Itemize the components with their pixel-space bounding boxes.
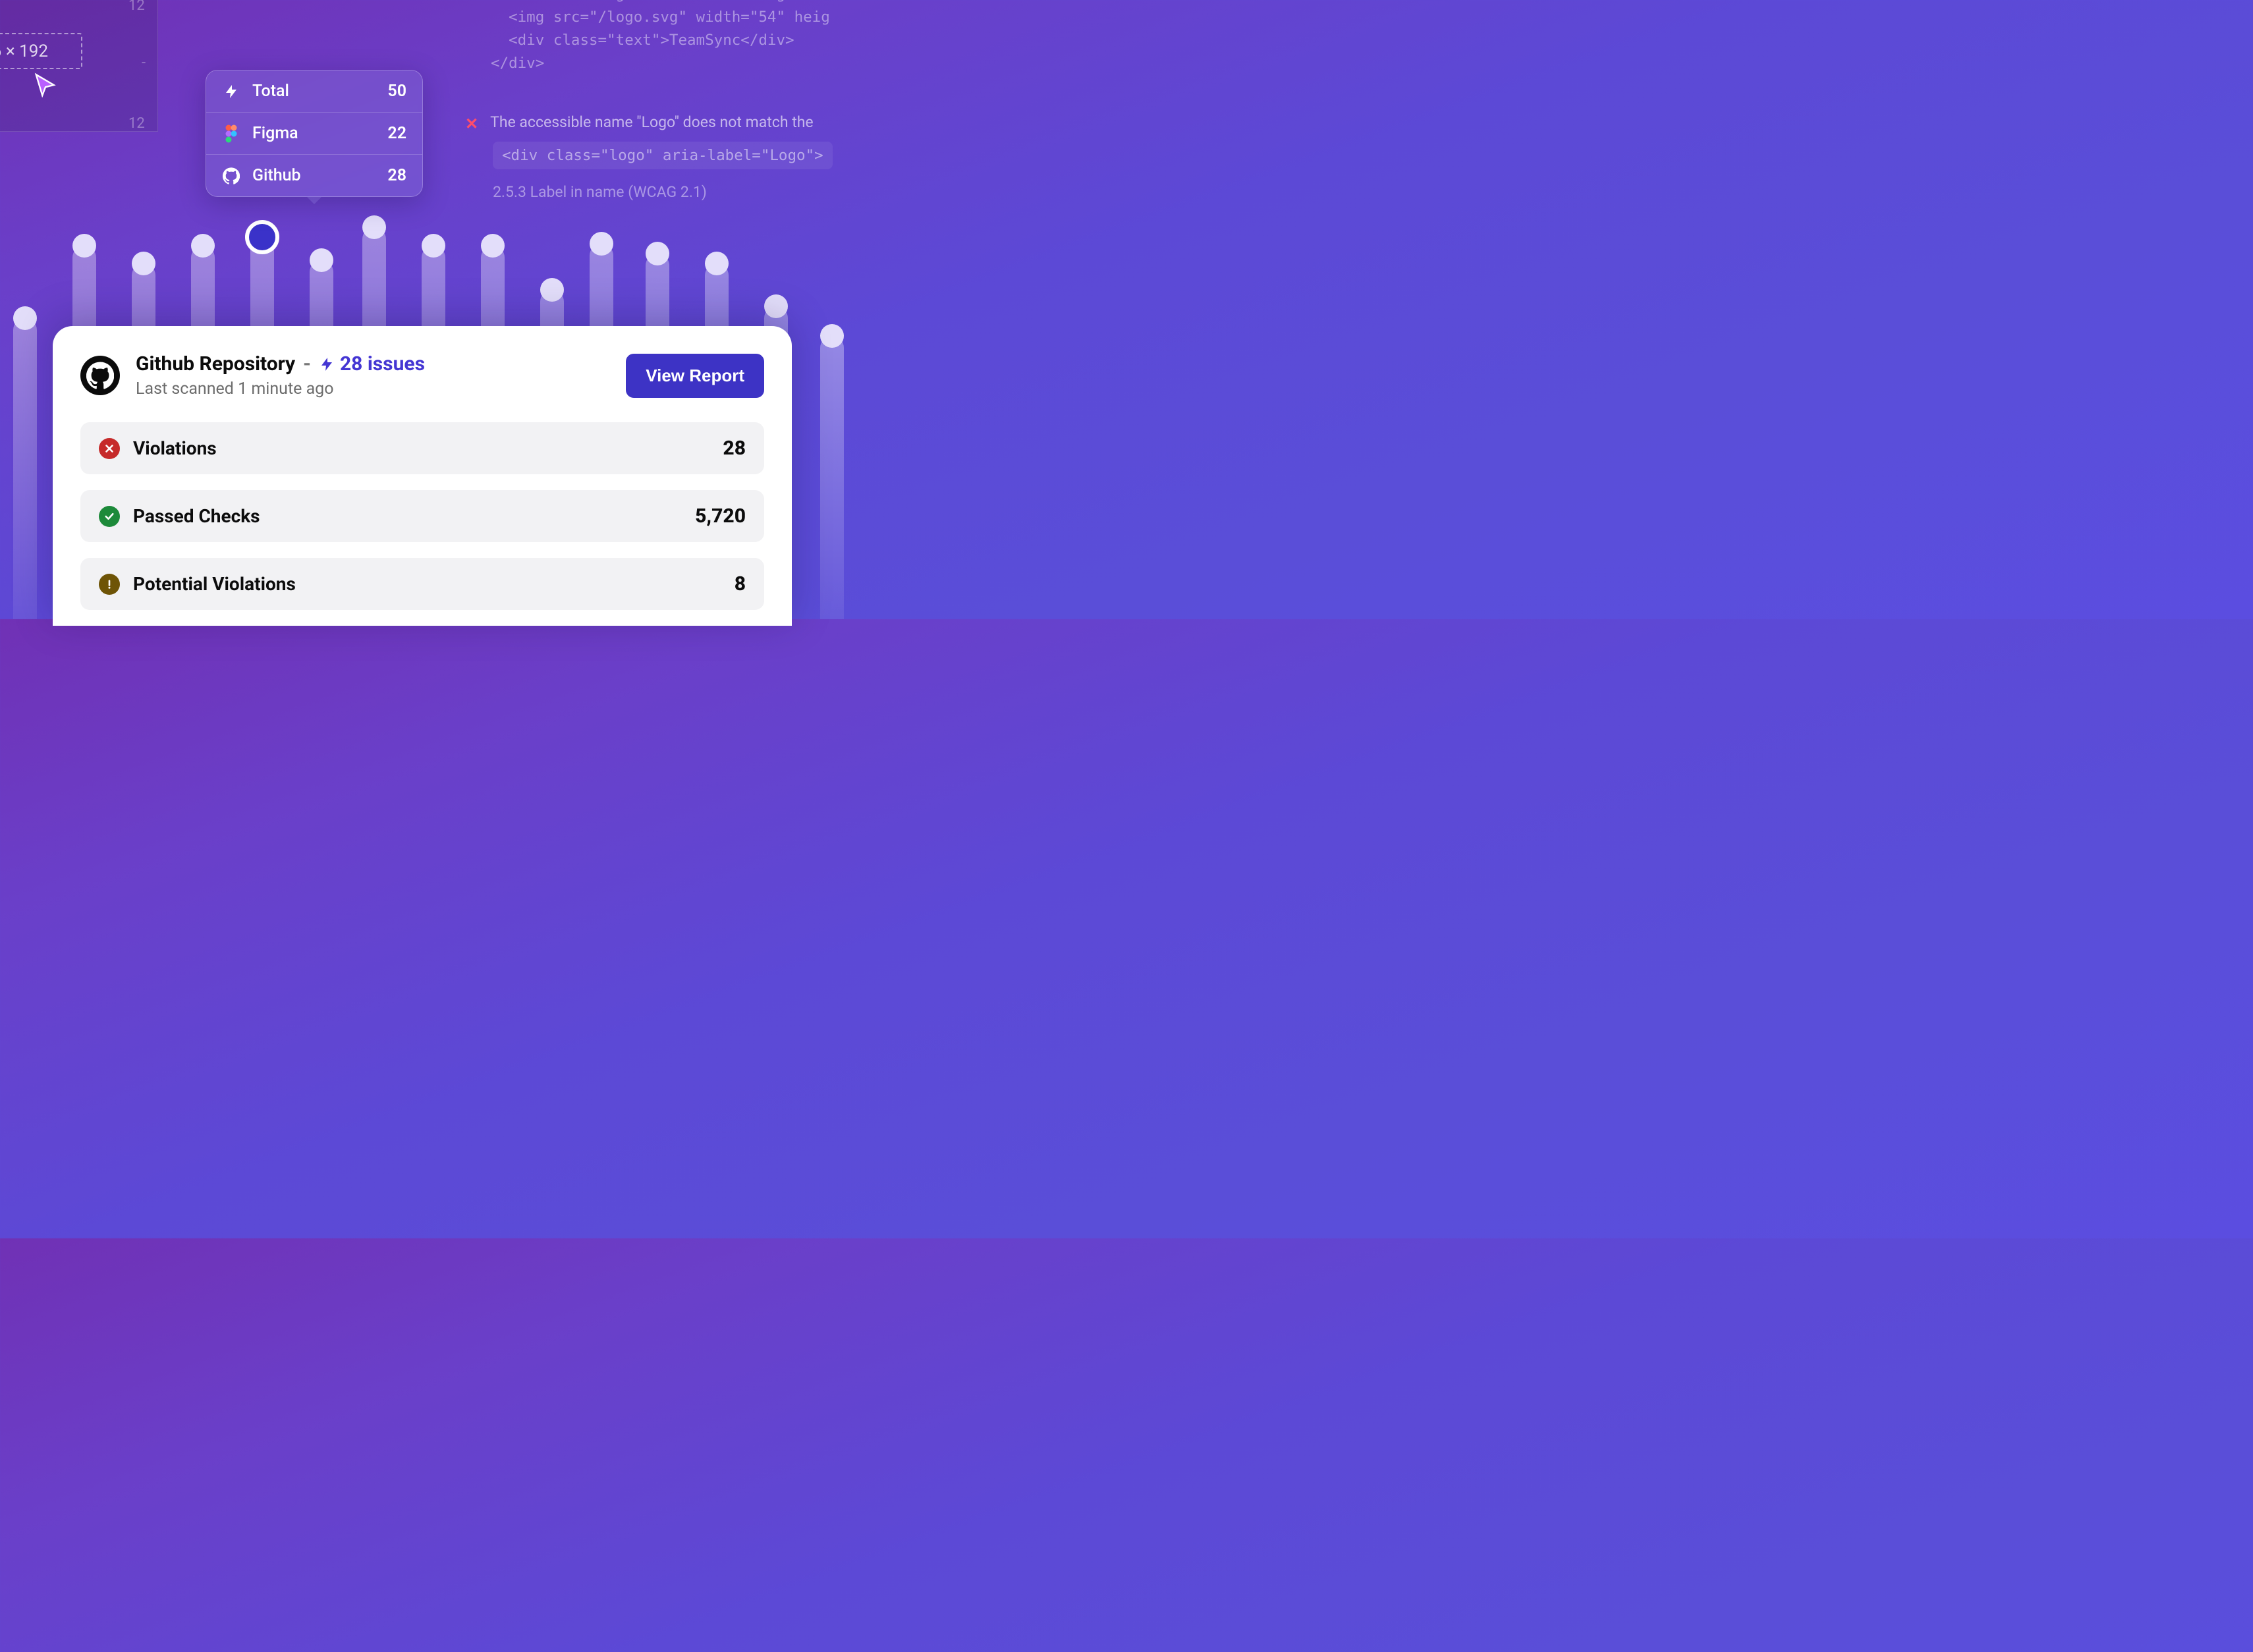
tooltip-github-value: 28	[387, 166, 406, 185]
chart-dot[interactable]	[820, 324, 844, 348]
title-dash: -	[303, 352, 311, 375]
potential-label: Potential Violations	[133, 573, 735, 595]
chart-dot[interactable]	[245, 220, 279, 254]
chart-dot[interactable]	[590, 232, 613, 256]
error-x-icon: ✕	[465, 115, 478, 133]
stat-row-passed[interactable]: Passed Checks 5,720	[80, 490, 764, 542]
card-title: Github Repository	[136, 352, 295, 375]
chart-dot[interactable]	[362, 215, 386, 239]
warning-circle-icon	[99, 574, 120, 595]
violations-label: Violations	[133, 437, 723, 459]
code-snippet: <div class="logo" aria-label="Logo"> <im…	[491, 0, 830, 75]
error-circle-icon	[99, 438, 120, 459]
ruler-value: 12	[128, 0, 145, 14]
violations-value: 28	[723, 437, 746, 460]
chart-tooltip: Total 50 Figma 22 Github 28	[206, 70, 423, 197]
chart-dot[interactable]	[310, 248, 333, 272]
card-subtitle: Last scanned 1 minute ago	[136, 379, 610, 399]
wcag-reference: 2.5.3 Label in name (WCAG 2.1)	[493, 183, 707, 201]
error-message: The accessible name "Logo" does not matc…	[490, 113, 813, 131]
chart-dot[interactable]	[132, 252, 155, 275]
ruler-dash: -	[142, 55, 146, 71]
error-row: ✕ The accessible name "Logo" does not ma…	[465, 113, 814, 133]
error-code-snippet: <div class="logo" aria-label="Logo">	[493, 142, 833, 169]
tooltip-total-value: 50	[387, 82, 406, 101]
tooltip-figma-label: Figma	[252, 124, 376, 143]
issues-count[interactable]: 28 issues	[319, 352, 425, 375]
ruler-value: 12	[128, 115, 145, 132]
tooltip-github-label: Github	[252, 166, 376, 185]
chart-dot[interactable]	[72, 234, 96, 258]
lightning-icon	[222, 82, 240, 101]
chart-dot[interactable]	[481, 234, 505, 258]
stat-row-potential[interactable]: Potential Violations 8	[80, 558, 764, 610]
tooltip-total-label: Total	[252, 82, 376, 101]
chart-dot[interactable]	[191, 234, 215, 258]
tooltip-figma-value: 22	[387, 124, 406, 143]
tooltip-row-figma: Figma 22	[206, 113, 422, 155]
passed-value: 5,720	[695, 505, 746, 528]
passed-label: Passed Checks	[133, 505, 695, 527]
chart-bar[interactable]	[13, 318, 37, 619]
dimensions-text: 6 × 192	[0, 41, 48, 61]
view-report-button[interactable]: View Report	[626, 354, 764, 398]
chart-dot[interactable]	[705, 252, 729, 275]
github-icon	[222, 167, 240, 185]
potential-value: 8	[735, 572, 746, 595]
chart-dot[interactable]	[646, 242, 669, 265]
chart-dot[interactable]	[764, 294, 788, 318]
chart-dot[interactable]	[13, 306, 37, 330]
chart-bar[interactable]	[820, 336, 844, 619]
check-circle-icon	[99, 506, 120, 527]
tooltip-row-total: Total 50	[206, 70, 422, 113]
github-avatar-icon	[80, 356, 120, 395]
lightning-icon	[319, 356, 335, 372]
selection-dimensions: 6 × 192	[0, 33, 82, 69]
chart-dot[interactable]	[540, 278, 564, 302]
tooltip-row-github: Github 28	[206, 155, 422, 196]
stat-row-violations[interactable]: Violations 28	[80, 422, 764, 474]
figma-icon	[222, 124, 240, 143]
report-card: Github Repository - 28 issues Last scann…	[53, 326, 792, 626]
chart-dot[interactable]	[422, 234, 445, 258]
cursor-icon	[33, 72, 58, 97]
card-header: Github Repository - 28 issues Last scann…	[80, 352, 764, 399]
